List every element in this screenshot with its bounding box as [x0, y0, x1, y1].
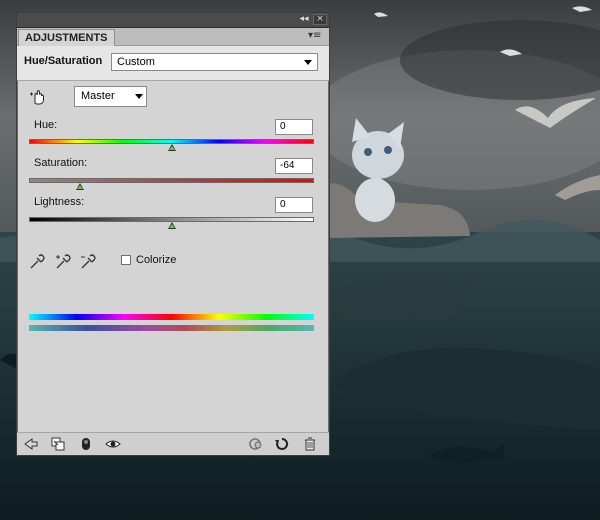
back-arrow-icon[interactable]: [23, 436, 39, 452]
hue-input[interactable]: 0: [275, 119, 313, 135]
adjustment-header: Hue/Saturation Custom: [17, 46, 329, 81]
mask-icon[interactable]: [78, 436, 94, 452]
visibility-eye-icon[interactable]: [105, 436, 121, 452]
adjustments-panel: ◂◂ × ADJUSTMENTS ▾≡ Hue/Saturation Custo…: [16, 12, 330, 456]
colorize-checkbox-box[interactable]: [121, 255, 131, 265]
adjustment-title: Hue/Saturation: [24, 55, 103, 67]
saturation-slider-track[interactable]: [29, 178, 314, 183]
reset-previous-icon[interactable]: [247, 436, 263, 452]
panel-menu-icon[interactable]: ▾≡: [308, 30, 326, 42]
preset-value: Custom: [117, 56, 155, 68]
targeted-adjustment-hand-icon[interactable]: [28, 88, 46, 106]
hue-slider-thumb[interactable]: [167, 144, 176, 151]
lightness-input[interactable]: 0: [275, 197, 313, 213]
tab-adjustments[interactable]: ADJUSTMENTS: [18, 29, 115, 46]
lightness-slider-thumb[interactable]: [167, 222, 176, 229]
chevron-down-icon: [135, 94, 143, 99]
chevron-down-icon: [304, 60, 312, 65]
saturation-slider-thumb[interactable]: [76, 183, 85, 190]
lightness-label: Lightness:: [34, 196, 85, 208]
colorize-label: Colorize: [136, 254, 177, 266]
eyedropper-subtract-icon[interactable]: [79, 253, 97, 271]
eyedropper-add-icon[interactable]: [54, 253, 72, 271]
input-color-bar: [29, 314, 314, 320]
close-icon[interactable]: ×: [313, 14, 327, 25]
panel-titlebar[interactable]: ◂◂ ×: [17, 13, 329, 28]
output-color-bar: [29, 325, 314, 331]
eyedropper-icon[interactable]: [28, 253, 46, 271]
panel-tabbar: ADJUSTMENTS ▾≡: [17, 28, 329, 46]
clip-to-layer-icon[interactable]: [50, 436, 66, 452]
trash-icon[interactable]: [302, 436, 318, 452]
channel-value: Master: [81, 90, 115, 102]
collapse-icon[interactable]: ◂◂: [297, 14, 311, 25]
hue-label: Hue:: [34, 119, 58, 131]
reset-icon[interactable]: [274, 436, 290, 452]
panel-footer: [17, 432, 329, 455]
preset-dropdown[interactable]: Custom: [111, 53, 318, 71]
channel-dropdown[interactable]: Master: [74, 86, 147, 107]
saturation-input[interactable]: -64: [275, 158, 313, 174]
saturation-label: Saturation:: [34, 157, 88, 169]
